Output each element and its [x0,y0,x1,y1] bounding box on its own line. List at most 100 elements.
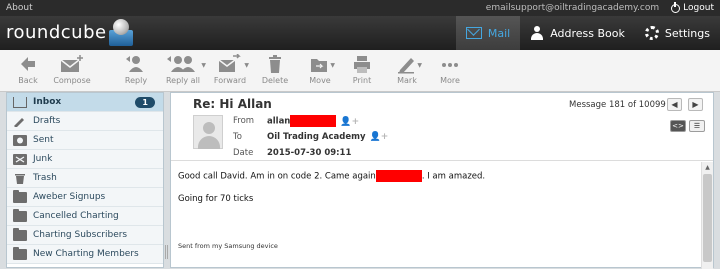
date-label: Date [233,148,254,158]
body-line-2: Going for 70 ticks [178,194,254,204]
folder-aweber-signups[interactable]: Aweber Signups [7,188,163,207]
scroll-thumb[interactable] [703,174,712,262]
sent-icon [13,134,27,146]
forward-label: Forward [213,76,247,85]
inbox-icon [13,96,27,108]
reply-all-button[interactable]: ▼ Reply all [158,54,208,90]
message-view: Re: Hi Allan Message 181 of 10099 ◀ ▶ Fr… [170,92,714,269]
date-value: 2015-07-30 09:11 [267,148,352,158]
folder-label: Trash [33,173,57,183]
reply-all-caret-icon[interactable]: ▼ [201,62,206,69]
print-button[interactable]: Print [346,54,378,90]
folder-cancelled-charting[interactable]: Cancelled Charting [7,207,163,226]
reply-all-icon: ▼ [166,54,206,74]
mail-icon [465,27,482,39]
nav-mail-label: Mail [487,26,511,40]
forward-button[interactable]: ▼ Forward [210,53,250,90]
user-email: emailsupport@oiltradingacademy.com [485,3,660,13]
next-message-button[interactable]: ▶ [688,98,703,111]
folder-label: Sent [33,135,54,145]
move-folder-icon: ▼ [309,54,335,74]
to-label: To [233,132,242,142]
toolbar: Back Compose Reply ▼ Reply all ▼ Forward… [0,50,720,92]
logo-icon [108,18,134,48]
folder-label: Inbox [33,97,62,107]
folder-sent[interactable]: Sent [7,131,163,150]
folder-label: Junk [33,154,53,164]
nav-address-book-label: Address Book [550,26,625,40]
pencil-icon: ▼ [396,54,422,74]
folder-drafts[interactable]: Drafts [7,112,163,131]
add-contact-icon[interactable]: 👤+ [370,132,389,142]
redaction [290,115,337,127]
from-value[interactable]: allan 👤+ [267,115,359,127]
folder-trash[interactable]: Trash [7,169,163,188]
add-contact-icon[interactable]: 👤+ [340,117,359,127]
mark-label: Mark [397,76,417,85]
signature: Sent from my Samsung device [178,242,278,250]
to-value[interactable]: Oil Trading Academy 👤+ [267,132,388,142]
trash-icon [13,173,27,184]
body-line-1: Good call David. Am in on code 2. Came a… [178,170,694,182]
printer-icon [353,54,371,74]
mark-caret-icon[interactable]: ▼ [417,62,422,69]
message-scrollbar[interactable]: ▲ [701,162,713,269]
move-caret-icon[interactable]: ▼ [330,62,335,69]
logo-text: roundcube [6,22,107,43]
reply-all-label: Reply all [165,76,201,85]
folder-label: New Charting Members [33,249,139,259]
message-header: Re: Hi Allan Message 181 of 10099 ◀ ▶ Fr… [171,93,713,161]
pane-splitter[interactable] [165,245,168,259]
address-book-icon [530,26,544,40]
logout-label: Logout [683,3,714,13]
to-name: Oil Trading Academy [267,132,366,142]
nav-settings[interactable]: Settings [635,16,720,50]
power-icon [671,1,681,13]
mark-button[interactable]: ▼ Mark [390,54,424,90]
back-arrow-icon [18,54,38,74]
logout-button[interactable]: Logout [671,1,714,13]
body-text: . I am amazed. [421,171,486,182]
compose-icon [59,54,85,74]
compose-button[interactable]: Compose [48,54,96,90]
folder-icon [13,246,27,260]
junk-icon [13,153,27,165]
nav-mail[interactable]: Mail [455,16,521,50]
message-body: Good call David. Am in on code 2. Came a… [171,162,701,269]
folder-charting-subscribers[interactable]: Charting Subscribers [7,226,163,245]
unread-count-badge: 1 [135,96,155,108]
delete-label: Delete [261,76,289,85]
more-dots-icon [440,54,460,74]
reply-icon [125,54,147,74]
back-button[interactable]: Back [8,54,48,90]
nav-address-book[interactable]: Address Book [520,16,635,50]
move-button[interactable]: ▼ Move [302,54,338,90]
sender-avatar [193,115,223,149]
print-label: Print [352,76,372,85]
reply-button[interactable]: Reply [118,54,154,90]
back-label: Back [18,76,38,85]
forward-caret-icon[interactable]: ▼ [244,62,249,69]
about-link[interactable]: About [6,3,486,13]
folder-label: Drafts [33,116,61,126]
folder-label: Charting Subscribers [33,230,128,240]
more-button[interactable]: More [434,54,466,90]
folder-inbox[interactable]: Inbox 1 [7,93,163,112]
from-name: allan [267,116,291,127]
delete-button[interactable]: Delete [258,54,292,90]
pencil-icon [13,116,27,128]
prev-message-button[interactable]: ◀ [667,98,682,111]
message-subject: Re: Hi Allan [193,97,272,111]
plain-view-toggle[interactable]: ☰ [689,120,705,132]
folder-junk[interactable]: Junk [7,150,163,169]
body-text: Good call David. Am in on code 2. Came a… [178,171,376,182]
nav-settings-label: Settings [664,26,710,40]
html-view-toggle[interactable]: <> [670,120,686,132]
folder-icon [13,208,27,222]
reply-label: Reply [124,76,148,85]
gear-icon [644,26,659,40]
compose-label: Compose [53,76,91,85]
folder-new-charting-members[interactable]: New Charting Members [7,245,163,264]
scroll-up-icon[interactable]: ▲ [702,162,713,174]
more-label: More [440,76,460,85]
